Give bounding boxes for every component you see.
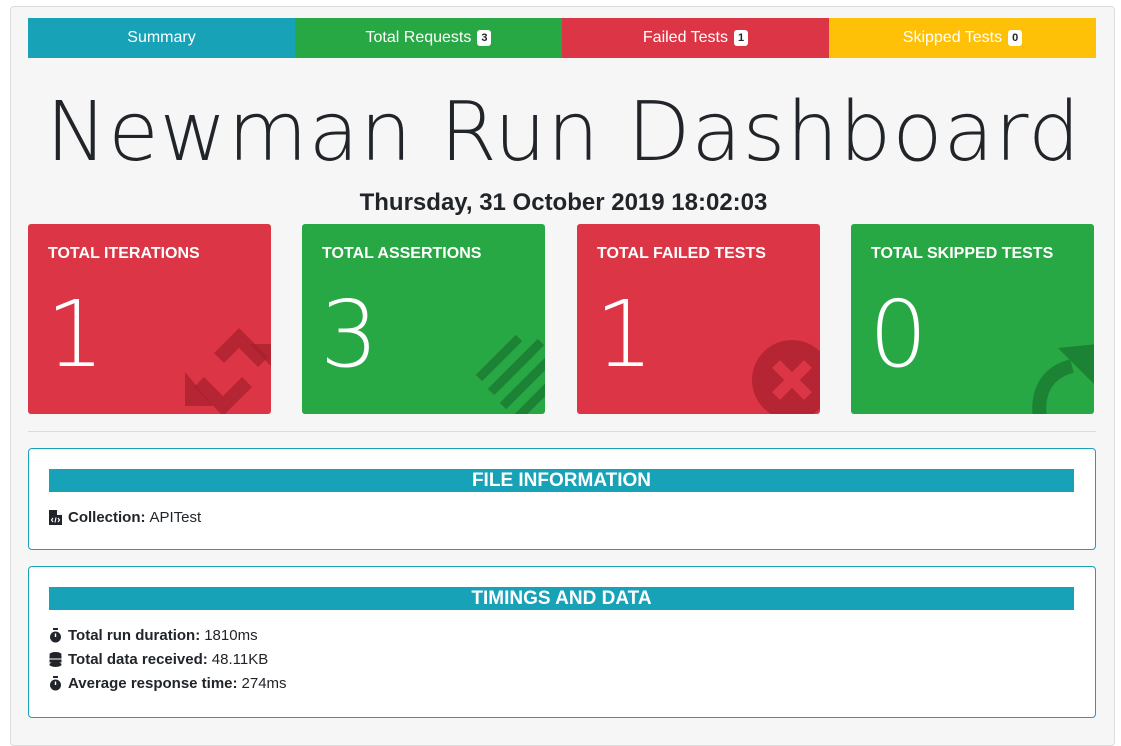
total-assertions-card: TOTAL ASSERTIONS 3 (302, 224, 545, 414)
card-value: 1 (595, 281, 654, 388)
collection-value: APITest (149, 509, 202, 526)
file-information-panel: FILE INFORMATION Collection: APITest (28, 448, 1096, 550)
card-label: TOTAL ASSERTIONS (322, 245, 482, 262)
collection-label: Collection: (68, 509, 146, 526)
data-received-row: Total data received: 48.11KB (49, 651, 268, 668)
run-date: Thursday, 31 October 2019 18:02:03 (359, 189, 768, 216)
times-circle-icon (752, 340, 820, 414)
sync-icon (185, 328, 271, 414)
page-title: Newman Run Dashboard (45, 85, 1082, 180)
collection-row: Collection: APITest (49, 509, 201, 526)
file-information-heading: FILE INFORMATION (49, 469, 1074, 492)
tab-skipped-tests[interactable]: Skipped Tests 0 (829, 18, 1096, 58)
run-duration-row: Total run duration: 1810ms (49, 627, 258, 644)
database-icon (49, 652, 62, 667)
share-arrow-icon (1032, 344, 1094, 414)
nav-tabs: Summary Total Requests 3 Failed Tests 1 … (28, 18, 1096, 58)
average-response-value: 274ms (241, 675, 287, 692)
tab-summary-label: Summary (127, 29, 196, 46)
card-label: TOTAL ITERATIONS (48, 245, 200, 262)
tab-skipped-tests-label: Skipped Tests (902, 29, 1003, 46)
file-code-icon (49, 510, 62, 525)
card-value: 3 (320, 281, 379, 388)
card-value: 0 (869, 281, 928, 388)
tab-total-requests[interactable]: Total Requests 3 (295, 18, 562, 58)
timings-and-data-heading: TIMINGS AND DATA (49, 587, 1074, 610)
tab-failed-tests[interactable]: Failed Tests 1 (562, 18, 829, 58)
tab-total-requests-label: Total Requests (365, 29, 472, 46)
card-label: TOTAL SKIPPED TESTS (871, 245, 1054, 262)
run-duration-value: 1810ms (204, 627, 258, 644)
failed-tests-badge: 1 (733, 30, 749, 46)
card-value: 1 (46, 281, 105, 388)
average-response-row: Average response time: 274ms (49, 675, 287, 692)
tab-summary[interactable]: Summary (28, 18, 295, 58)
total-skipped-tests-card: TOTAL SKIPPED TESTS 0 (851, 224, 1094, 414)
total-iterations-card: TOTAL ITERATIONS 1 (28, 224, 271, 414)
divider (28, 431, 1096, 432)
average-response-label: Average response time: (68, 675, 238, 692)
total-failed-tests-card: TOTAL FAILED TESTS 1 (577, 224, 820, 414)
run-duration-label: Total run duration: (68, 627, 201, 644)
timings-and-data-panel: TIMINGS AND DATA Total run duration: 181… (28, 566, 1096, 718)
tasks-icon (475, 334, 545, 414)
tab-failed-tests-label: Failed Tests (642, 29, 728, 46)
data-received-value: 48.11KB (211, 651, 269, 668)
total-requests-badge: 3 (477, 30, 492, 46)
skipped-tests-badge: 0 (1008, 30, 1023, 46)
dashboard-page: Summary Total Requests 3 Failed Tests 1 … (10, 6, 1115, 746)
stopwatch-icon (50, 628, 61, 643)
card-label: TOTAL FAILED TESTS (597, 245, 766, 262)
data-received-label: Total data received: (68, 651, 208, 668)
stopwatch-icon (50, 676, 61, 691)
